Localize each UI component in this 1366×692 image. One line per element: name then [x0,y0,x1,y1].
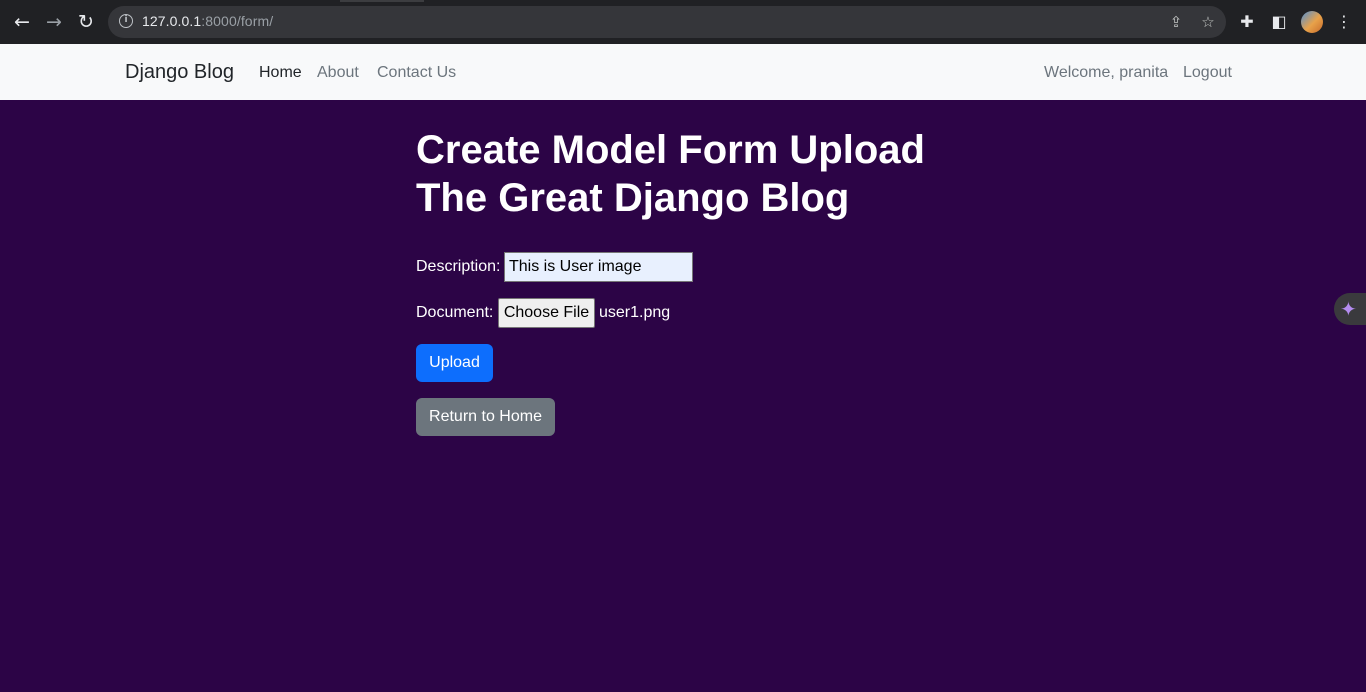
forward-icon[interactable]: → [42,10,66,34]
url-host: 127.0.0.1 [142,13,202,29]
description-input[interactable]: This is User image [504,252,693,282]
upload-button[interactable]: Upload [416,344,493,382]
side-panel-icon[interactable]: ◧ [1268,11,1290,33]
navbar-brand[interactable]: Django Blog [125,61,234,84]
description-label: Description: [416,258,501,275]
welcome-text: Welcome, pranita [1044,64,1169,81]
page-title: Create Model Form Upload The Great Djang… [416,126,976,222]
nav-link-contact[interactable]: Contact Us [377,64,456,82]
menu-icon[interactable]: ⋮ [1333,11,1355,33]
tab-strip-edge [340,0,424,2]
site-navbar: Django Blog Home About Contact Us Welcom… [0,44,1366,100]
star-icon[interactable]: ☆ [1198,12,1218,32]
page-title-line2: The Great Django Blog [416,176,850,220]
page-title-line1: Create Model Form Upload [416,128,925,172]
nav-link-about[interactable]: About [317,64,359,82]
url-text[interactable]: 127.0.0.1:8000/form/ [142,13,273,29]
address-bar[interactable]: i 127.0.0.1:8000/form/ ⇪ ☆ [108,6,1226,38]
sparkle-icon[interactable]: ✦ [1334,293,1366,325]
document-label: Document: [416,304,494,321]
reload-icon[interactable]: ↻ [74,10,98,34]
url-path: :8000/form/ [201,13,274,29]
choose-file-button[interactable]: Choose File [498,298,595,328]
back-icon[interactable]: ← [10,10,34,34]
share-icon[interactable]: ⇪ [1166,12,1186,32]
return-home-button[interactable]: Return to Home [416,398,555,436]
nav-link-logout[interactable]: Logout [1183,64,1232,82]
nav-link-home[interactable]: Home [259,64,302,82]
profile-avatar[interactable] [1301,11,1323,33]
browser-toolbar: ← → ↻ i 127.0.0.1:8000/form/ ⇪ ☆ ✚ ◧ ⋮ [0,0,1366,44]
extensions-icon[interactable]: ✚ [1236,11,1258,33]
selected-file-name: user1.png [599,304,671,321]
site-info-icon[interactable]: i [119,14,133,28]
